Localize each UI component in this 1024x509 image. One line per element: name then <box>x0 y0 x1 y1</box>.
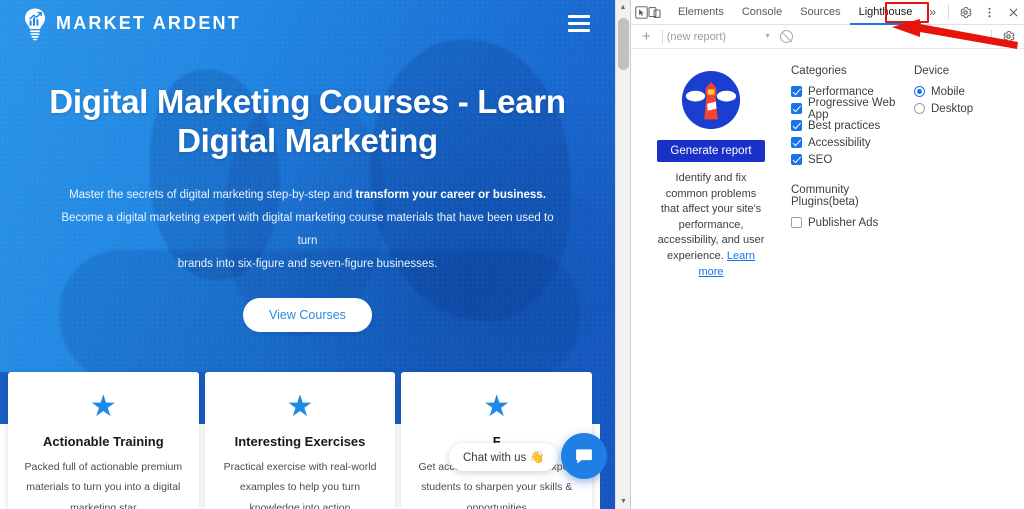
hero-cta-wrapper: View Courses <box>40 298 575 333</box>
category-label: Accessibility <box>808 136 871 149</box>
lighthouse-report-toolbar: + (new report) ▼ <box>631 25 1024 49</box>
toolbar-divider <box>991 29 992 44</box>
radio-mobile[interactable] <box>914 86 925 97</box>
lighthouse-description-text: Identify and fix common problems that af… <box>657 172 765 263</box>
devtools-tabbar: Elements Console Sources Lighthouse » <box>631 0 1024 25</box>
lighthouse-logo-icon <box>681 70 741 130</box>
device-label: Desktop <box>931 102 974 115</box>
close-icon[interactable] <box>1001 1 1024 23</box>
category-accessibility[interactable]: Accessibility <box>791 134 914 151</box>
devtools-toolbar-actions <box>944 1 1024 23</box>
report-selector[interactable]: (new report) ▼ <box>667 31 771 43</box>
checkbox-progressive-web-app[interactable] <box>791 103 802 114</box>
scroll-down-arrow-icon[interactable]: ▼ <box>616 494 630 509</box>
checkbox-accessibility[interactable] <box>791 137 802 148</box>
device-desktop[interactable]: Desktop <box>914 100 1024 117</box>
device-column: Device Mobile Desktop <box>914 65 1024 509</box>
chat-launcher-button[interactable] <box>561 433 607 479</box>
generate-report-button[interactable]: Generate report <box>657 140 765 162</box>
category-label: Best practices <box>808 119 881 132</box>
device-label: Mobile <box>931 85 965 98</box>
community-plugins-heading: Community Plugins(beta) <box>791 184 859 208</box>
lighthouse-options: Categories Performance Progressive Web A… <box>791 63 1024 509</box>
category-label: SEO <box>808 153 833 166</box>
feature-card[interactable]: ★ Actionable Training Packed full of act… <box>8 372 199 509</box>
tab-elements[interactable]: Elements <box>669 0 733 25</box>
hero-subtext-line2: Become a digital marketing expert with d… <box>61 212 554 248</box>
chat-prompt-bubble[interactable]: Chat with us 👋 <box>449 443 559 471</box>
star-icon: ★ <box>89 390 117 423</box>
hero-heading: Digital Marketing Courses - Learn Digita… <box>49 83 566 159</box>
hero-subtext-line3: brands into six-figure and seven-figure … <box>177 258 438 271</box>
more-options-icon[interactable] <box>977 1 1001 23</box>
star-icon: ★ <box>286 390 314 423</box>
clear-reports-icon[interactable] <box>780 30 793 43</box>
chat-message-icon <box>576 449 592 464</box>
scroll-up-arrow-icon[interactable]: ▲ <box>616 0 630 15</box>
view-courses-button[interactable]: View Courses <box>243 298 372 333</box>
checkbox-seo[interactable] <box>791 154 802 165</box>
hero-subtext-line1: Master the secrets of digital marketing … <box>69 189 356 202</box>
plugin-publisher-ads[interactable]: Publisher Ads <box>791 214 914 231</box>
feature-card-title: Actionable Training <box>43 434 164 449</box>
checkbox-best-practices[interactable] <box>791 120 802 131</box>
feature-card[interactable]: ★ Interesting Exercises Practical exerci… <box>204 372 396 509</box>
options-spacer <box>791 168 914 184</box>
chevron-down-icon: ▼ <box>764 33 771 40</box>
site-header: MARKET ARDENT <box>0 0 615 47</box>
lighthouse-start-view: Generate report Identify and fix common … <box>631 49 1024 509</box>
site-logo[interactable]: MARKET ARDENT <box>20 7 241 41</box>
feature-card-body: Packed full of actionable premium materi… <box>24 461 183 509</box>
device-toolbar-icon[interactable] <box>648 1 661 23</box>
browser-page-viewport: MARKET ARDENT Digital Marketing Courses … <box>0 0 630 509</box>
more-tabs-button[interactable]: » <box>921 2 944 22</box>
device-heading: Device <box>914 65 950 77</box>
radio-desktop[interactable] <box>914 103 925 114</box>
checkbox-publisher-ads[interactable] <box>791 217 802 228</box>
star-icon: ★ <box>483 390 511 423</box>
toolbar-divider <box>948 5 950 19</box>
website-content: MARKET ARDENT Digital Marketing Courses … <box>0 0 615 509</box>
report-toolbar-actions <box>987 26 1020 48</box>
report-selector-value: (new report) <box>666 30 727 43</box>
feature-cards: ★ Actionable Training Packed full of act… <box>8 372 593 509</box>
lighthouse-intro-column: Generate report Identify and fix common … <box>631 63 791 509</box>
gear-icon[interactable] <box>953 1 977 23</box>
page-scrollbar[interactable]: ▲ ▼ <box>615 0 630 509</box>
tab-console[interactable]: Console <box>733 0 791 25</box>
feature-card-title: Interesting Exercises <box>234 434 366 449</box>
new-report-button[interactable]: + <box>635 29 658 44</box>
categories-heading: Categories <box>791 65 847 77</box>
category-seo[interactable]: SEO <box>791 151 914 168</box>
tab-sources[interactable]: Sources <box>791 0 849 25</box>
tab-lighthouse[interactable]: Lighthouse <box>849 0 922 25</box>
toolbar-divider <box>661 29 663 44</box>
plugin-label: Publisher Ads <box>808 216 879 229</box>
chat-prompt-text: Chat with us <box>463 452 527 464</box>
gear-icon[interactable] <box>996 26 1020 48</box>
site-brand-name: MARKET ARDENT <box>56 13 241 33</box>
device-mobile[interactable]: Mobile <box>914 83 1024 100</box>
feature-card[interactable]: ★ F Get access to a network of expert st… <box>401 372 593 509</box>
lighthouse-description: Identify and fix common problems that af… <box>657 171 765 280</box>
checkbox-performance[interactable] <box>791 86 802 97</box>
lightbulb-chart-icon <box>25 8 45 40</box>
devtools-tabs: Elements Console Sources Lighthouse » <box>669 0 944 25</box>
hero-subtext: Master the secrets of digital marketing … <box>55 184 560 276</box>
screenshot-root: MARKET ARDENT Digital Marketing Courses … <box>0 0 1024 509</box>
devtools-panel: Elements Console Sources Lighthouse » + … <box>630 0 1024 509</box>
scrollbar-thumb[interactable] <box>618 18 629 70</box>
hamburger-menu-icon[interactable] <box>565 12 593 35</box>
hero-subtext-emphasis: transform your career or business. <box>355 189 546 202</box>
category-label: Progressive Web App <box>808 96 896 121</box>
hero-section: Digital Marketing Courses - Learn Digita… <box>0 47 615 333</box>
inspect-element-icon[interactable] <box>635 1 648 23</box>
waving-hand-icon: 👋 <box>529 450 545 464</box>
category-progressive-web-app[interactable]: Progressive Web App <box>791 97 914 121</box>
categories-column: Categories Performance Progressive Web A… <box>791 65 914 509</box>
feature-card-body: Practical exercise with real-world examp… <box>223 461 377 509</box>
